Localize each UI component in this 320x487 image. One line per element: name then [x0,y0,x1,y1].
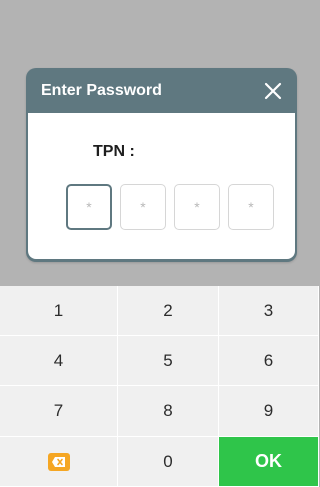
backspace-icon [47,452,70,471]
pin-digit-4[interactable]: * [228,184,274,230]
numeric-keypad: 1 2 3 4 5 6 7 8 9 0 OK [0,286,319,487]
key-4[interactable]: 4 [0,336,118,386]
key-2[interactable]: 2 [118,286,219,336]
key-8[interactable]: 8 [118,386,219,437]
key-1[interactable]: 1 [0,286,118,336]
ok-button[interactable]: OK [219,437,319,487]
dialog-title: Enter Password [41,81,162,99]
key-9[interactable]: 9 [219,386,319,437]
pin-digit-2[interactable]: * [120,184,166,230]
key-5[interactable]: 5 [118,336,219,386]
key-3[interactable]: 3 [219,286,319,336]
dialog-body: TPN : * * * * [28,113,295,259]
close-icon [264,82,282,99]
pin-input-row: * * * * [66,184,274,230]
dialog-header: Enter Password [26,68,297,113]
delete-key[interactable] [0,437,118,487]
key-7[interactable]: 7 [0,386,118,437]
pin-digit-1[interactable]: * [66,184,112,230]
close-button[interactable] [261,79,285,103]
password-dialog: Enter Password TPN : * * * * [26,68,297,262]
key-0[interactable]: 0 [118,437,219,487]
key-6[interactable]: 6 [219,336,319,386]
tpn-label: TPN : [93,143,135,160]
pin-digit-3[interactable]: * [174,184,220,230]
